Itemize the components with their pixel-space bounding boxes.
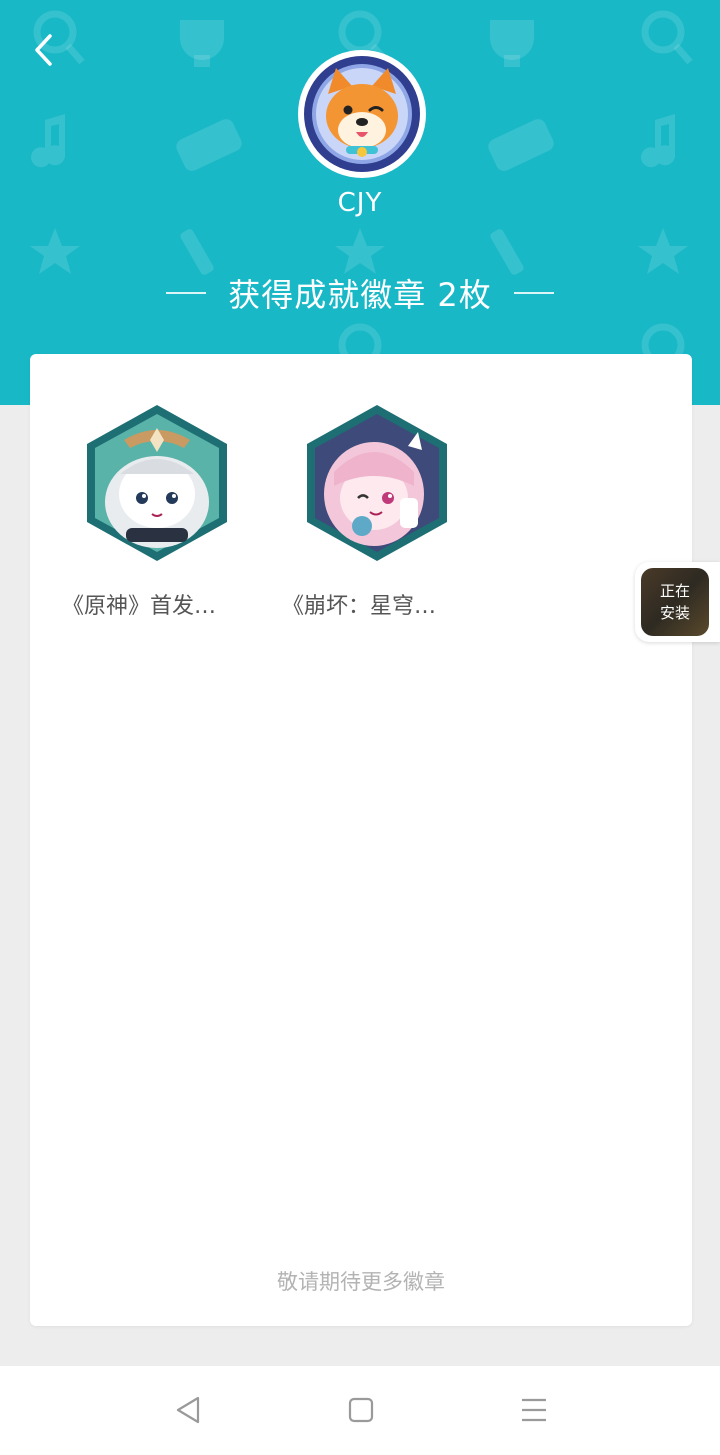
divider-left xyxy=(166,292,207,294)
shiba-dog-avatar-icon xyxy=(304,56,420,172)
badge-count-row: 获得成就徽章 2枚 xyxy=(0,268,720,318)
avatar xyxy=(298,50,426,178)
app-thumbnail: 正在 安装 xyxy=(641,568,709,636)
system-nav-bar xyxy=(0,1366,720,1455)
nav-menu-button[interactable] xyxy=(514,1392,554,1428)
nav-home-button[interactable] xyxy=(341,1392,381,1428)
back-button[interactable] xyxy=(22,28,66,72)
lines-menu-icon xyxy=(522,1398,546,1422)
profile-header: CJY 获得成就徽章 2枚 xyxy=(0,0,720,405)
divider-right xyxy=(513,292,554,294)
nav-back-button[interactable] xyxy=(168,1392,208,1428)
badge-item[interactable]: 《原神》首发… xyxy=(62,402,252,620)
install-status-line2: 安装 xyxy=(659,604,690,622)
badge-label: 《原神》首发… xyxy=(62,594,217,619)
badge-card: 《原神》首发… 《崩坏：星穹… 敬请期待更多徽章 xyxy=(30,354,692,1326)
badge-item[interactable]: 《崩坏：星穹… xyxy=(282,402,472,620)
triangle-back-icon xyxy=(176,1396,200,1424)
badge-label: 《崩坏：星穹… xyxy=(282,594,437,619)
install-status-line1: 正在 xyxy=(659,582,690,600)
genshin-paimon-badge-icon xyxy=(87,405,227,561)
honkai-star-rail-badge-icon xyxy=(307,405,447,561)
username: CJY xyxy=(337,188,383,218)
more-badges-note: 敬请期待更多徽章 xyxy=(277,1270,445,1294)
chevron-left-icon xyxy=(35,34,52,66)
square-home-icon xyxy=(348,1397,374,1423)
installing-app-float[interactable]: 正在 安装 xyxy=(635,562,720,642)
badge-count-title: 获得成就徽章 2枚 xyxy=(228,276,492,314)
